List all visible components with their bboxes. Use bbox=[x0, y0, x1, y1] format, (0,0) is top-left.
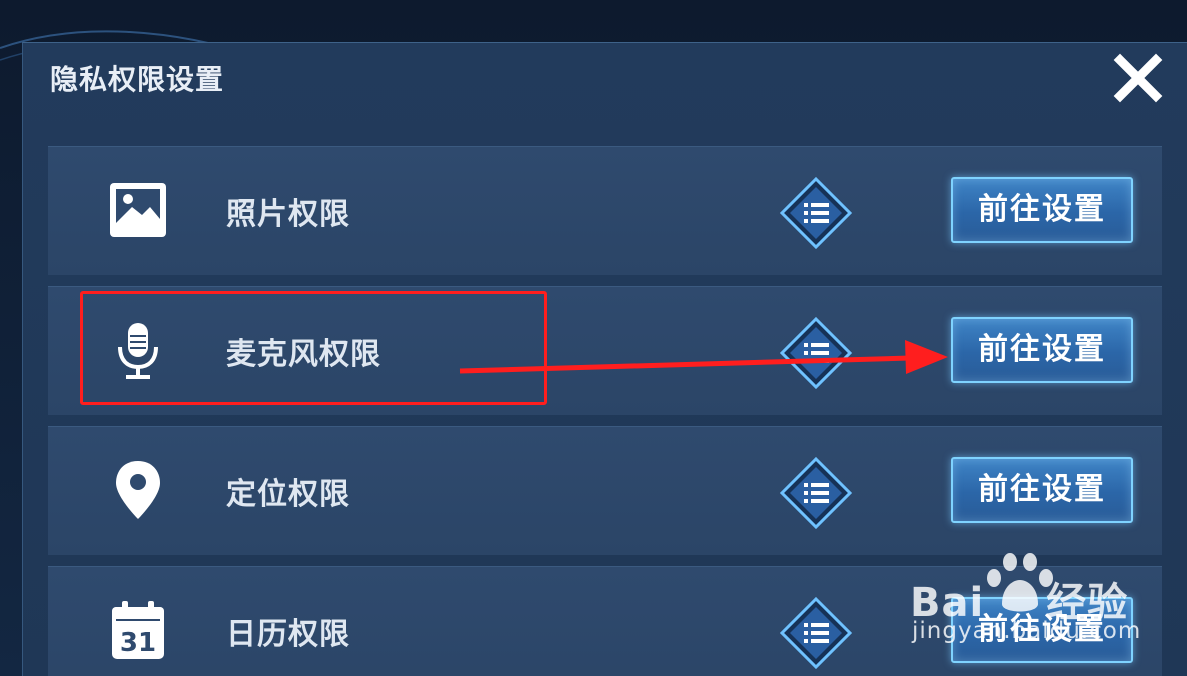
watermark-url: jingyan.baidu.com bbox=[912, 618, 1142, 644]
baidu-watermark: Bai 经验 jingyan.baidu.com bbox=[910, 548, 1180, 658]
game-settings-screen: 隐私权限设置 照片权限 前往设置 麦克风权限 前往设置 定位权限 前往设置 31… bbox=[0, 0, 1187, 676]
